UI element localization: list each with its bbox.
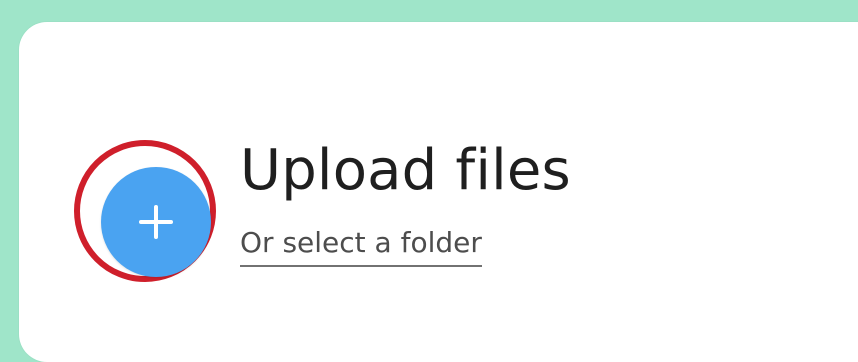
select-folder-link[interactable]: Or select a folder xyxy=(240,229,482,267)
upload-title: Upload files xyxy=(240,138,571,203)
add-files-button[interactable] xyxy=(101,167,211,277)
plus-icon xyxy=(139,205,173,239)
upload-card: Upload files Or select a folder xyxy=(19,22,858,362)
upload-text-block: Upload files Or select a folder xyxy=(240,143,571,267)
upload-row: Upload files Or select a folder xyxy=(74,140,594,300)
